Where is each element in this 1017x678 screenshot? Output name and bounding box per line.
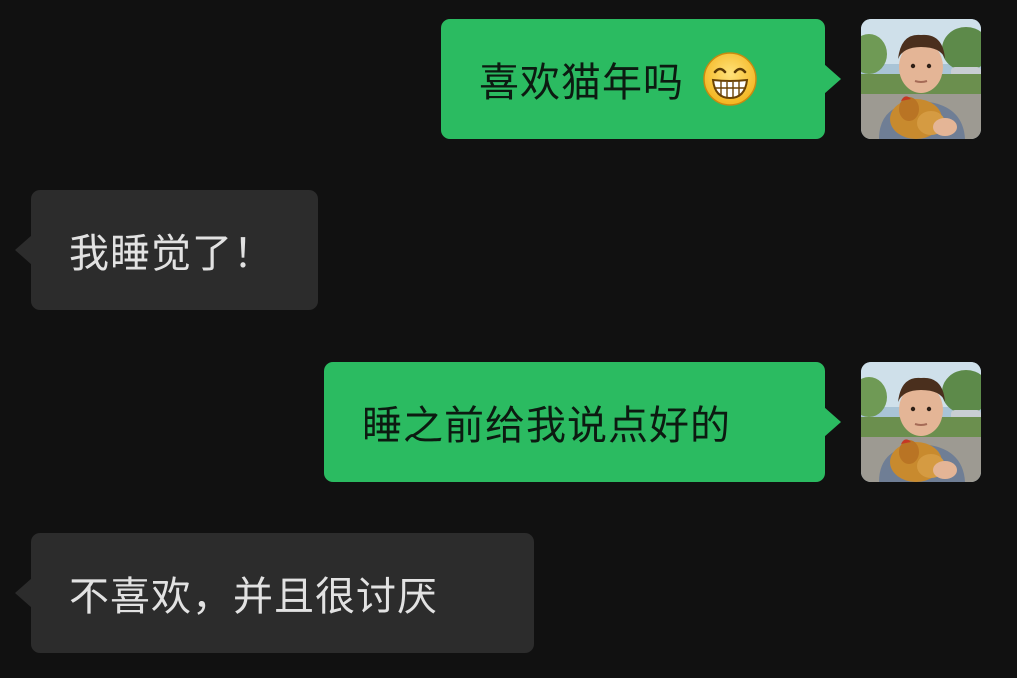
outgoing-message-bubble[interactable]: 喜欢猫年吗	[441, 19, 841, 139]
outgoing-message-bubble[interactable]: 睡之前给我说点好的	[324, 362, 841, 482]
grinning-face-emoji-icon	[702, 51, 758, 107]
chat-view: 喜欢猫年吗 我睡觉了！ 睡之前给我说点好的 不喜欢，并且很讨厌	[0, 0, 1017, 678]
avatar[interactable]	[861, 19, 981, 139]
message-text: 我睡觉了！	[69, 231, 274, 277]
incoming-message-bubble[interactable]: 不喜欢，并且很讨厌	[15, 533, 534, 653]
incoming-message-bubble[interactable]: 我睡觉了！	[15, 190, 318, 310]
message-text: 喜欢猫年吗	[479, 60, 684, 106]
message-text: 不喜欢，并且很讨厌	[69, 574, 438, 620]
message-text: 睡之前给我说点好的	[362, 403, 731, 449]
avatar[interactable]	[861, 362, 981, 482]
